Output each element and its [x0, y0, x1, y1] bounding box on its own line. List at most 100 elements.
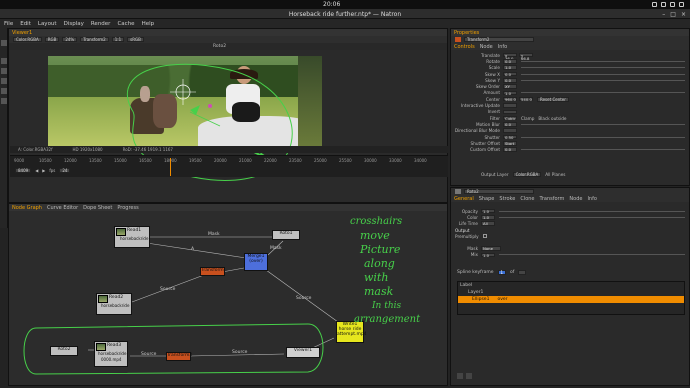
reset-center-button[interactable]: Reset Center [537, 96, 569, 102]
menu-render[interactable]: Render [91, 21, 111, 27]
volume-icon[interactable] [661, 2, 666, 7]
channel-select[interactable]: RGB [44, 37, 60, 42]
tab-viewer1[interactable]: Viewer1 [12, 30, 32, 36]
node-read1[interactable]: Read1 horsebackride [114, 226, 150, 248]
close-icon[interactable]: × [681, 11, 686, 18]
node-read2[interactable]: Read2 horsebackride [96, 293, 132, 315]
property-slider[interactable] [521, 73, 685, 75]
property-slider[interactable] [521, 92, 685, 94]
node-read3[interactable]: Read3 horsebackride 0000.mp4 [94, 341, 128, 367]
tab-roto-info[interactable]: Info [587, 196, 596, 202]
menu-cache[interactable]: Cache [117, 21, 134, 27]
clone-tool-icon[interactable] [1, 98, 7, 104]
power-icon[interactable] [679, 2, 684, 7]
property-value-field[interactable]: 0.0 [503, 78, 517, 83]
property-slider[interactable] [521, 67, 685, 69]
property-value-y-field[interactable]: 540.0 [519, 96, 533, 102]
property-value-field[interactable] [503, 109, 517, 115]
property-value-field[interactable]: Start [503, 141, 517, 146]
property-slider[interactable] [521, 79, 685, 81]
ellipse-tool-icon[interactable] [1, 78, 7, 84]
timeline[interactable]: 9000105001200013500150001650018000195002… [10, 155, 448, 177]
lifetime-field[interactable]: All [481, 221, 495, 226]
colorspace-select[interactable]: sRGB [127, 37, 144, 42]
timeline-ruler[interactable]: 9000105001200013500150001650018000195002… [10, 158, 448, 166]
node-transform2[interactable]: Transform2 [166, 352, 192, 361]
select-tool-icon[interactable] [1, 40, 7, 46]
menu-layout[interactable]: Layout [38, 21, 57, 27]
color-field[interactable]: 1.0 [481, 215, 495, 220]
network-icon[interactable] [652, 2, 657, 7]
menu-display[interactable]: Display [64, 21, 84, 27]
brush-tool-icon[interactable] [1, 88, 7, 94]
menu-help[interactable]: Help [142, 21, 155, 27]
property-slider[interactable] [521, 149, 685, 151]
property-value-field[interactable]: 0.0 [503, 122, 517, 127]
property-value-field[interactable] [503, 103, 517, 108]
bezier-tool-icon[interactable] [1, 68, 7, 74]
property-slider[interactable] [521, 136, 685, 138]
node-color-swatch[interactable] [455, 37, 461, 42]
menu-edit[interactable]: Edit [20, 21, 31, 27]
layer-item[interactable]: Layer1 [458, 289, 684, 296]
play-back-icon[interactable]: ◀ [35, 168, 38, 173]
menu-file[interactable]: File [4, 21, 13, 27]
ellipse-item[interactable]: Ellipse1 over [458, 296, 684, 303]
property-value-field[interactable]: 0.0 [503, 71, 517, 77]
tab-general[interactable]: General [454, 196, 474, 202]
property-value-field[interactable]: x 36.0 [503, 52, 517, 61]
property-slider[interactable] [521, 123, 685, 125]
tab-info[interactable]: Info [498, 44, 507, 50]
node-viewer1[interactable]: Viewer1 [286, 347, 320, 358]
property-value-field[interactable]: XY [503, 84, 517, 89]
tab-controls[interactable]: Controls [454, 44, 475, 50]
opacity-field[interactable]: 1.0 [481, 208, 495, 214]
playhead[interactable] [170, 158, 171, 176]
add-layer-button[interactable] [457, 373, 463, 379]
tab-stroke[interactable]: Stroke [499, 196, 515, 202]
points-tool-icon[interactable] [1, 58, 7, 64]
property-slider[interactable] [521, 60, 685, 62]
proxy-select[interactable]: 1:1 [111, 37, 125, 42]
property-value-y-field[interactable]: y 66.8 [519, 52, 533, 61]
black-outside-checkbox[interactable]: Black outside [538, 116, 566, 121]
tab-transform[interactable]: Transform [540, 196, 565, 202]
output-layer-select[interactable]: Color.RGBA [512, 172, 542, 177]
property-value-field[interactable]: 0.0 [503, 147, 517, 152]
tab-clone[interactable]: Clone [520, 196, 534, 202]
play-forward-icon[interactable]: ▶ [42, 168, 45, 173]
mix-field[interactable]: 1.0 [481, 252, 495, 258]
node-merge1[interactable]: Merge1 (over) [244, 253, 268, 271]
property-value-field[interactable]: 1.0 [503, 90, 517, 96]
tab-properties[interactable]: Properties [454, 30, 479, 36]
layer-select[interactable]: Color.RGBA [13, 37, 42, 42]
property-value-field[interactable]: 0.50 [503, 134, 517, 140]
node-roto1[interactable]: Roto1 [272, 230, 300, 240]
remove-layer-button[interactable] [466, 373, 472, 379]
node-transform[interactable]: Transform [200, 267, 225, 276]
property-value-field[interactable]: 960.0 [503, 96, 517, 102]
mask-select[interactable]: None [481, 246, 501, 251]
property-value-field[interactable]: 0.0 [503, 59, 517, 64]
property-value-field[interactable]: 1.0 [503, 65, 517, 70]
zoom-select[interactable]: 24% [62, 37, 78, 42]
maximize-icon[interactable]: □ [670, 11, 676, 18]
node-roto2[interactable]: Roto2 [50, 346, 78, 356]
tab-roto-node[interactable]: Node [569, 196, 582, 202]
minimize-icon[interactable]: – [662, 11, 665, 18]
transform-handle[interactable] [208, 104, 212, 108]
fps-field[interactable]: 24 [59, 168, 71, 173]
premultiply-checkbox[interactable] [482, 234, 487, 239]
roto-node-name-field[interactable]: Roto2 [464, 189, 534, 194]
node-name-field[interactable]: Transform2 [464, 37, 534, 42]
input-a-select[interactable]: Transform2 [80, 37, 109, 42]
clamp-checkbox[interactable]: Clamp [521, 116, 534, 121]
battery-icon[interactable] [670, 2, 675, 7]
property-value-field[interactable] [503, 128, 517, 133]
spline-keyframe-field[interactable]: 1 [497, 270, 507, 275]
tab-node[interactable]: Node [480, 44, 493, 50]
property-value-field[interactable]: Cubic [503, 115, 517, 121]
roto-color-swatch[interactable] [455, 189, 461, 194]
tab-shape[interactable]: Shape [479, 196, 495, 202]
crosshair-icon[interactable] [170, 79, 196, 105]
